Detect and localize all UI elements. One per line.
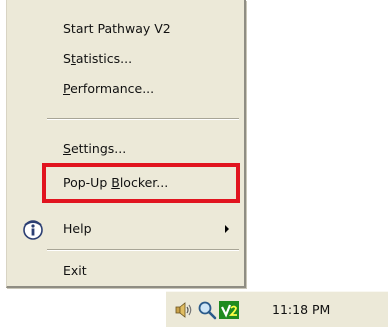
tray-clock[interactable]: 11:18 PM [272,292,330,328]
menu-item-accelerator: B [111,175,120,190]
menu-separator [47,249,239,251]
system-tray: 11:18 PM [166,291,388,327]
submenu-arrow-icon [225,225,229,233]
menu-item-label: Start Pathway V2 [63,21,171,36]
speaker-icon[interactable] [173,299,195,321]
menu-item-help[interactable]: Help [7,216,243,242]
magnifier-icon[interactable] [196,299,218,321]
menu-separator [47,118,239,120]
menu-item-label-rest: locker... [119,175,169,190]
menu-item-label-rest: ettings... [70,141,127,156]
menu-item-label-rest: atistics... [75,51,133,66]
menu-item-label-rest: erformance... [70,81,155,96]
pathway-v2-icon[interactable] [218,299,240,321]
menu-item-label-pre: Pop-Up [63,175,112,190]
menu-item-start-pathway[interactable]: Start Pathway V2 [7,16,243,42]
menu-item-label: Exit [63,263,87,278]
menu-item-label: Help [63,221,92,236]
menu-item-accelerator: S [63,141,71,156]
menu-item-statistics[interactable]: Statistics... [7,46,243,72]
menu-item-popup-blocker[interactable]: Pop-Up Blocker... [7,170,243,196]
menu-item-label-pre: S [63,51,71,66]
tray-context-menu: Start Pathway V2 Statistics... Performan… [6,0,246,288]
menu-item-performance[interactable]: Performance... [7,76,243,102]
menu-item-exit[interactable]: Exit [7,258,243,284]
screen: Start Pathway V2 Statistics... Performan… [0,0,388,331]
menu-item-settings[interactable]: Settings... [7,136,243,162]
